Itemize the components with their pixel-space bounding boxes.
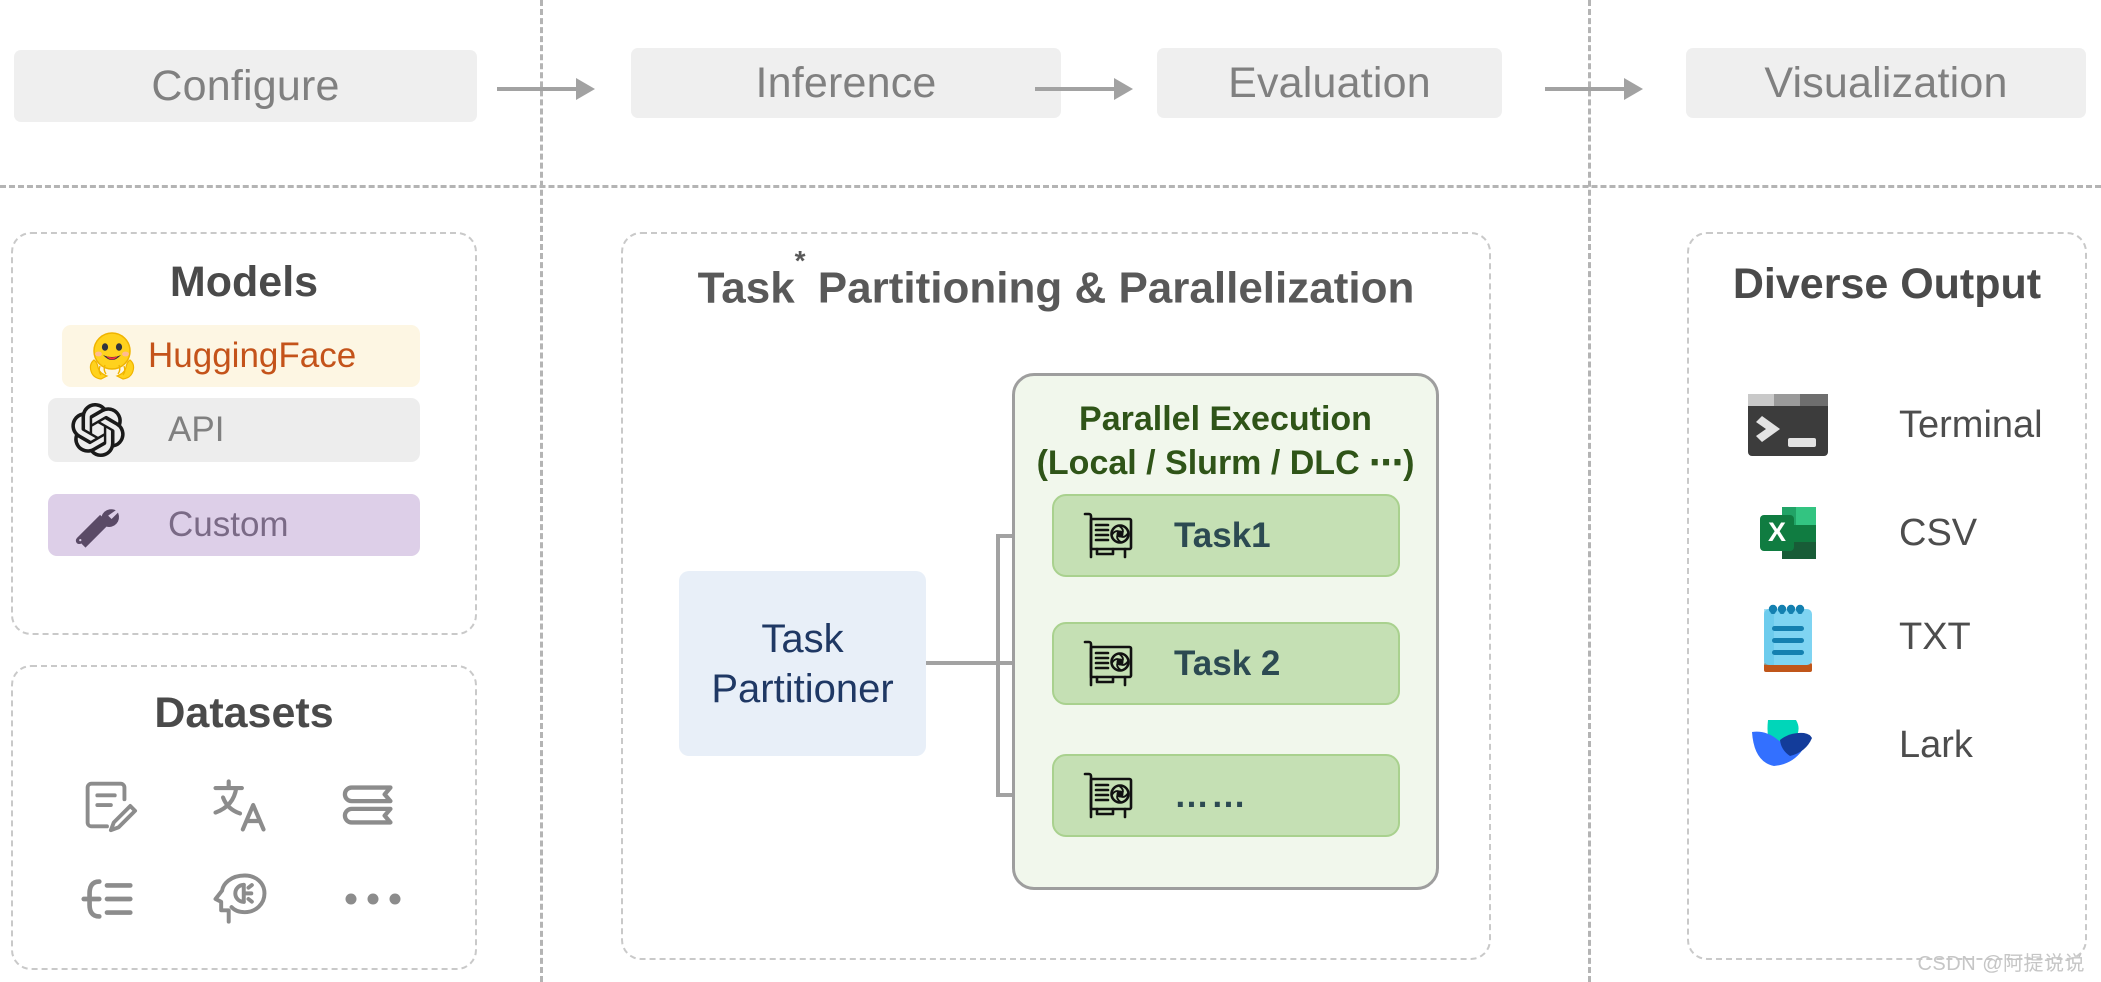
diagram-canvas: Configure Inference Evaluation Visualiza… — [0, 0, 2101, 982]
task-item-label: Task 2 — [1174, 643, 1281, 683]
task-item-label: Task1 — [1174, 515, 1271, 555]
watermark: CSDN @阿提说说 — [1917, 953, 2085, 975]
stage-inference[interactable]: Inference — [631, 48, 1061, 118]
divider-vertical-2 — [1588, 0, 1591, 982]
output-item-terminal[interactable]: Terminal — [1745, 380, 2075, 470]
svg-text:X: X — [1768, 517, 1786, 547]
arrow-right-icon-1 — [497, 78, 595, 100]
output-item-label: Terminal — [1899, 403, 2043, 446]
model-item-custom[interactable]: Custom — [48, 494, 420, 556]
output-panel-title: Diverse Output — [1732, 260, 2042, 308]
stage-configure[interactable]: Configure — [14, 50, 477, 122]
huggingface-icon — [80, 328, 144, 384]
list-math-icon — [81, 879, 133, 919]
stage-label: Configure — [151, 61, 340, 110]
dataset-icon-translate[interactable] — [173, 758, 306, 852]
arrow-right-icon-2 — [1035, 78, 1133, 100]
task-item-3[interactable]: …… — [1052, 754, 1400, 837]
divider-horizontal — [0, 185, 2101, 188]
lark-icon — [1745, 702, 1831, 788]
gpu-card-icon — [1072, 767, 1144, 825]
connector-trunk — [926, 661, 1000, 665]
divider-vertical-1 — [540, 0, 543, 982]
dataset-icon-grid — [40, 758, 440, 946]
center-panel-title-main: Task — [697, 263, 795, 313]
dataset-icon-note-edit[interactable] — [40, 758, 173, 852]
output-item-label: TXT — [1899, 615, 1971, 658]
dataset-icon-ellipsis[interactable] — [307, 852, 440, 946]
dataset-icon-list-math[interactable] — [40, 852, 173, 946]
gpu-card-icon — [1072, 507, 1144, 565]
arrow-right-icon-3 — [1545, 78, 1643, 100]
task-partitioner-box[interactable]: Task Partitioner — [679, 571, 926, 756]
output-item-label: Lark — [1899, 723, 1973, 766]
parallel-execution-title: Parallel Execution (Local / Slurm / DLC … — [1015, 398, 1436, 485]
openai-icon — [62, 402, 134, 458]
models-panel-title: Models — [169, 258, 319, 306]
stage-visualization[interactable]: Visualization — [1686, 48, 2086, 118]
model-item-label: Custom — [168, 505, 289, 544]
task-partitioner-line1: Task — [761, 616, 844, 661]
stage-label: Inference — [755, 58, 937, 107]
task-item-1[interactable]: Task1 — [1052, 494, 1400, 577]
model-item-huggingface[interactable]: HuggingFace — [62, 325, 420, 387]
task-item-label: …… — [1174, 775, 1248, 815]
datasets-panel-title: Datasets — [154, 689, 334, 737]
model-item-api[interactable]: API — [48, 398, 420, 462]
gpu-card-icon — [1072, 635, 1144, 693]
model-item-label: API — [168, 410, 225, 449]
ellipsis-icon — [345, 893, 401, 905]
dataset-icon-book[interactable] — [307, 758, 440, 852]
book-icon — [343, 785, 393, 825]
parallel-execution-title-line2: (Local / Slurm / DLC ⋯) — [1036, 443, 1415, 482]
parallel-execution-title-line1: Parallel Execution — [1079, 400, 1372, 438]
translate-icon — [213, 779, 266, 832]
stage-label: Visualization — [1764, 58, 2008, 107]
task-partitioner-line2: Partitioner — [711, 666, 894, 711]
output-item-csv[interactable]: X CSV — [1745, 488, 2075, 578]
model-item-label: HuggingFace — [148, 336, 357, 375]
dataset-icon-brain-head[interactable] — [173, 852, 306, 946]
stage-label: Evaluation — [1228, 58, 1431, 107]
tools-icon — [62, 497, 134, 553]
task-item-2[interactable]: Task 2 — [1052, 622, 1400, 705]
excel-icon: X — [1745, 490, 1831, 576]
note-edit-icon — [85, 781, 137, 833]
brain-head-icon — [213, 873, 267, 924]
notepad-icon — [1745, 594, 1831, 680]
output-item-label: CSV — [1899, 511, 1978, 554]
center-panel-title-superscript: * — [794, 245, 806, 277]
connector-spine — [996, 534, 1000, 797]
center-panel-title-rest: Partitioning & Parallelization — [805, 263, 1415, 313]
stage-evaluation[interactable]: Evaluation — [1157, 48, 1502, 118]
output-item-lark[interactable]: Lark — [1745, 700, 2075, 790]
terminal-icon — [1745, 382, 1831, 468]
output-item-txt[interactable]: TXT — [1745, 592, 2075, 682]
center-panel-title: Task* Partitioning & Parallelization — [623, 245, 1489, 314]
